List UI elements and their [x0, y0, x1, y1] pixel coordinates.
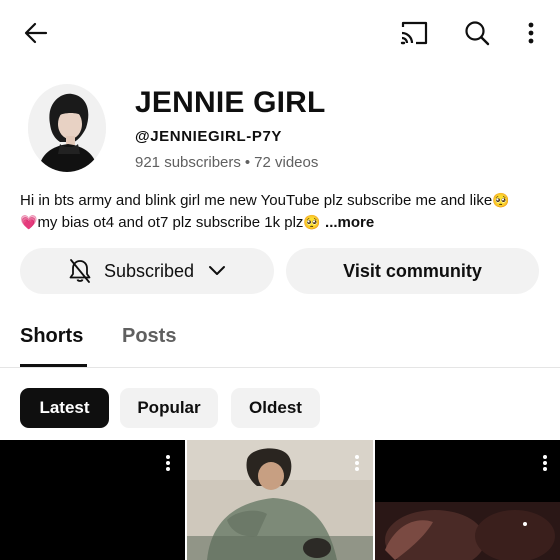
search-button[interactable] — [459, 16, 495, 50]
search-icon — [465, 21, 490, 46]
more-vertical-icon — [543, 455, 547, 471]
pleading-face-emoji-2: 🥺 — [303, 215, 321, 231]
short-thumbnail[interactable] — [187, 440, 373, 560]
chevron-down-icon — [209, 266, 226, 275]
channel-handle: @JENNIEGIRL-P7Y — [135, 128, 282, 145]
more-vertical-icon — [166, 455, 170, 471]
subscribed-label: Subscribed — [103, 260, 195, 281]
channel-name: JENNIE GIRL — [135, 86, 326, 119]
short-menu-button[interactable] — [349, 452, 365, 474]
video-count: 72 videos — [254, 154, 319, 171]
filter-chip-latest[interactable]: Latest — [20, 388, 109, 428]
subscriber-count: 921 subscribers — [135, 154, 241, 171]
more-options-button[interactable] — [516, 16, 546, 50]
channel-avatar[interactable] — [28, 84, 106, 172]
description-line-1: Hi in bts army and blink girl me new You… — [20, 190, 545, 212]
pleading-face-emoji: 🥺 — [492, 193, 510, 209]
filter-chip-popular[interactable]: Popular — [120, 388, 218, 428]
channel-description[interactable]: Hi in bts army and blink girl me new You… — [20, 190, 545, 234]
tab-shorts[interactable]: Shorts — [20, 325, 83, 348]
back-button[interactable] — [18, 16, 54, 50]
channel-stats: 921 subscribers • 72 videos — [135, 154, 318, 171]
filter-chip-oldest[interactable]: Oldest — [231, 388, 320, 428]
cast-icon — [400, 21, 428, 45]
short-menu-button[interactable] — [537, 452, 553, 474]
short-thumbnail[interactable] — [375, 440, 560, 560]
more-vertical-icon — [355, 455, 359, 471]
cast-button[interactable] — [396, 16, 432, 50]
arrow-left-icon — [24, 22, 48, 44]
description-text-2: my bias ot4 and ot7 plz subscribe 1k plz — [37, 214, 304, 231]
subscribed-button[interactable]: Subscribed — [20, 248, 274, 294]
short-menu-button[interactable] — [160, 452, 176, 474]
short-thumbnail[interactable] — [0, 440, 185, 560]
selected-tab-indicator — [20, 364, 87, 367]
visit-community-label: Visit community — [343, 260, 482, 281]
description-more-link[interactable]: ...more — [325, 214, 374, 231]
tab-posts[interactable]: Posts — [122, 325, 176, 348]
avatar-image — [28, 84, 106, 172]
more-vertical-icon — [528, 22, 534, 44]
short-thumbnail-image — [375, 440, 560, 560]
description-line-2: 💗my bias ot4 and ot7 plz subscribe 1k pl… — [20, 212, 545, 234]
description-text-1: Hi in bts army and blink girl me new You… — [20, 192, 493, 209]
short-thumbnail-image — [187, 440, 373, 560]
bell-off-icon — [69, 259, 91, 283]
visit-community-button[interactable]: Visit community — [286, 248, 539, 294]
top-app-bar — [0, 0, 560, 66]
channel-tabs: Shorts Posts — [0, 318, 560, 368]
stats-separator: • — [244, 154, 251, 171]
pink-heart-emoji: 💗 — [20, 215, 38, 231]
